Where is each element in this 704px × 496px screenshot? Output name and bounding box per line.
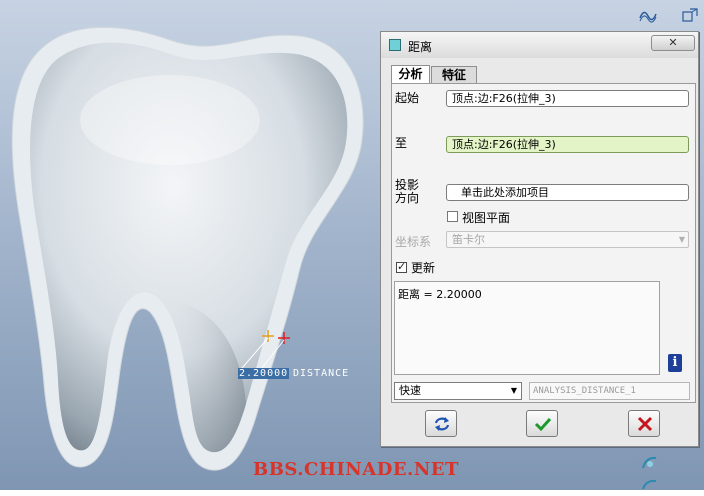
view-cube-icon[interactable] — [680, 6, 700, 24]
projection-label: 投影方向 — [395, 178, 420, 205]
curve-analysis-icon[interactable] — [638, 6, 658, 24]
from-collector[interactable]: 顶点:边:F26(拉伸_3) — [446, 90, 689, 107]
check-icon — [534, 417, 552, 432]
chevron-down-icon: ▼ — [678, 235, 685, 244]
speed-value: 快速 — [399, 384, 421, 397]
update-label: 更新 — [411, 261, 436, 275]
dialog-app-icon — [389, 39, 401, 51]
dialog-titlebar[interactable]: 距离 ✕ — [381, 32, 698, 58]
repeat-icon — [434, 417, 450, 431]
view-plane-label: 视图平面 — [462, 211, 511, 225]
to-collector[interactable]: 顶点:边:F26(拉伸_3) — [446, 136, 689, 153]
result-text-area[interactable]: 距离 = 2.20000 — [394, 281, 660, 375]
surface-tool-icon[interactable] — [640, 454, 660, 472]
tab-feature[interactable]: 特征 — [431, 66, 477, 83]
dimension-label: DISTANCE — [293, 368, 350, 379]
close-button[interactable]: ✕ — [651, 35, 695, 51]
watermark: BBS.CHINADE.NET — [253, 459, 459, 480]
projection-collector[interactable]: 单击此处添加项目 — [446, 184, 689, 201]
info-icon[interactable]: i — [668, 354, 682, 372]
surface-tool-2-icon[interactable] — [640, 478, 660, 496]
distance-dialog: 距离 ✕ 分析 特征 起始 顶点:边:F26(拉伸_3) 至 顶点:边:F26(… — [380, 31, 699, 447]
from-label: 起始 — [395, 91, 420, 105]
x-icon — [637, 416, 653, 432]
cancel-button[interactable] — [628, 410, 660, 437]
tab-analysis[interactable]: 分析 — [391, 65, 430, 84]
view-plane-checkbox[interactable] — [447, 211, 458, 222]
chevron-down-icon: ▼ — [510, 386, 517, 395]
ok-button[interactable] — [526, 410, 558, 437]
update-checkbox[interactable] — [396, 260, 407, 273]
speed-select[interactable]: 快速 ▼ — [394, 382, 522, 400]
coord-system-label: 坐标系 — [395, 235, 432, 249]
dimension-value: 2.20000 — [238, 368, 290, 379]
coord-system-value: 笛卡尔 — [452, 233, 485, 246]
analysis-name-field[interactable]: ANALYSIS_DISTANCE_1 — [529, 382, 690, 400]
to-label: 至 — [395, 136, 408, 150]
analysis-panel: 起始 顶点:边:F26(拉伸_3) 至 顶点:边:F26(拉伸_3) 投影方向 … — [391, 83, 696, 403]
repeat-button[interactable] — [425, 410, 457, 437]
dialog-title: 距离 — [408, 40, 433, 54]
coord-system-select[interactable]: 笛卡尔 ▼ — [446, 231, 689, 248]
